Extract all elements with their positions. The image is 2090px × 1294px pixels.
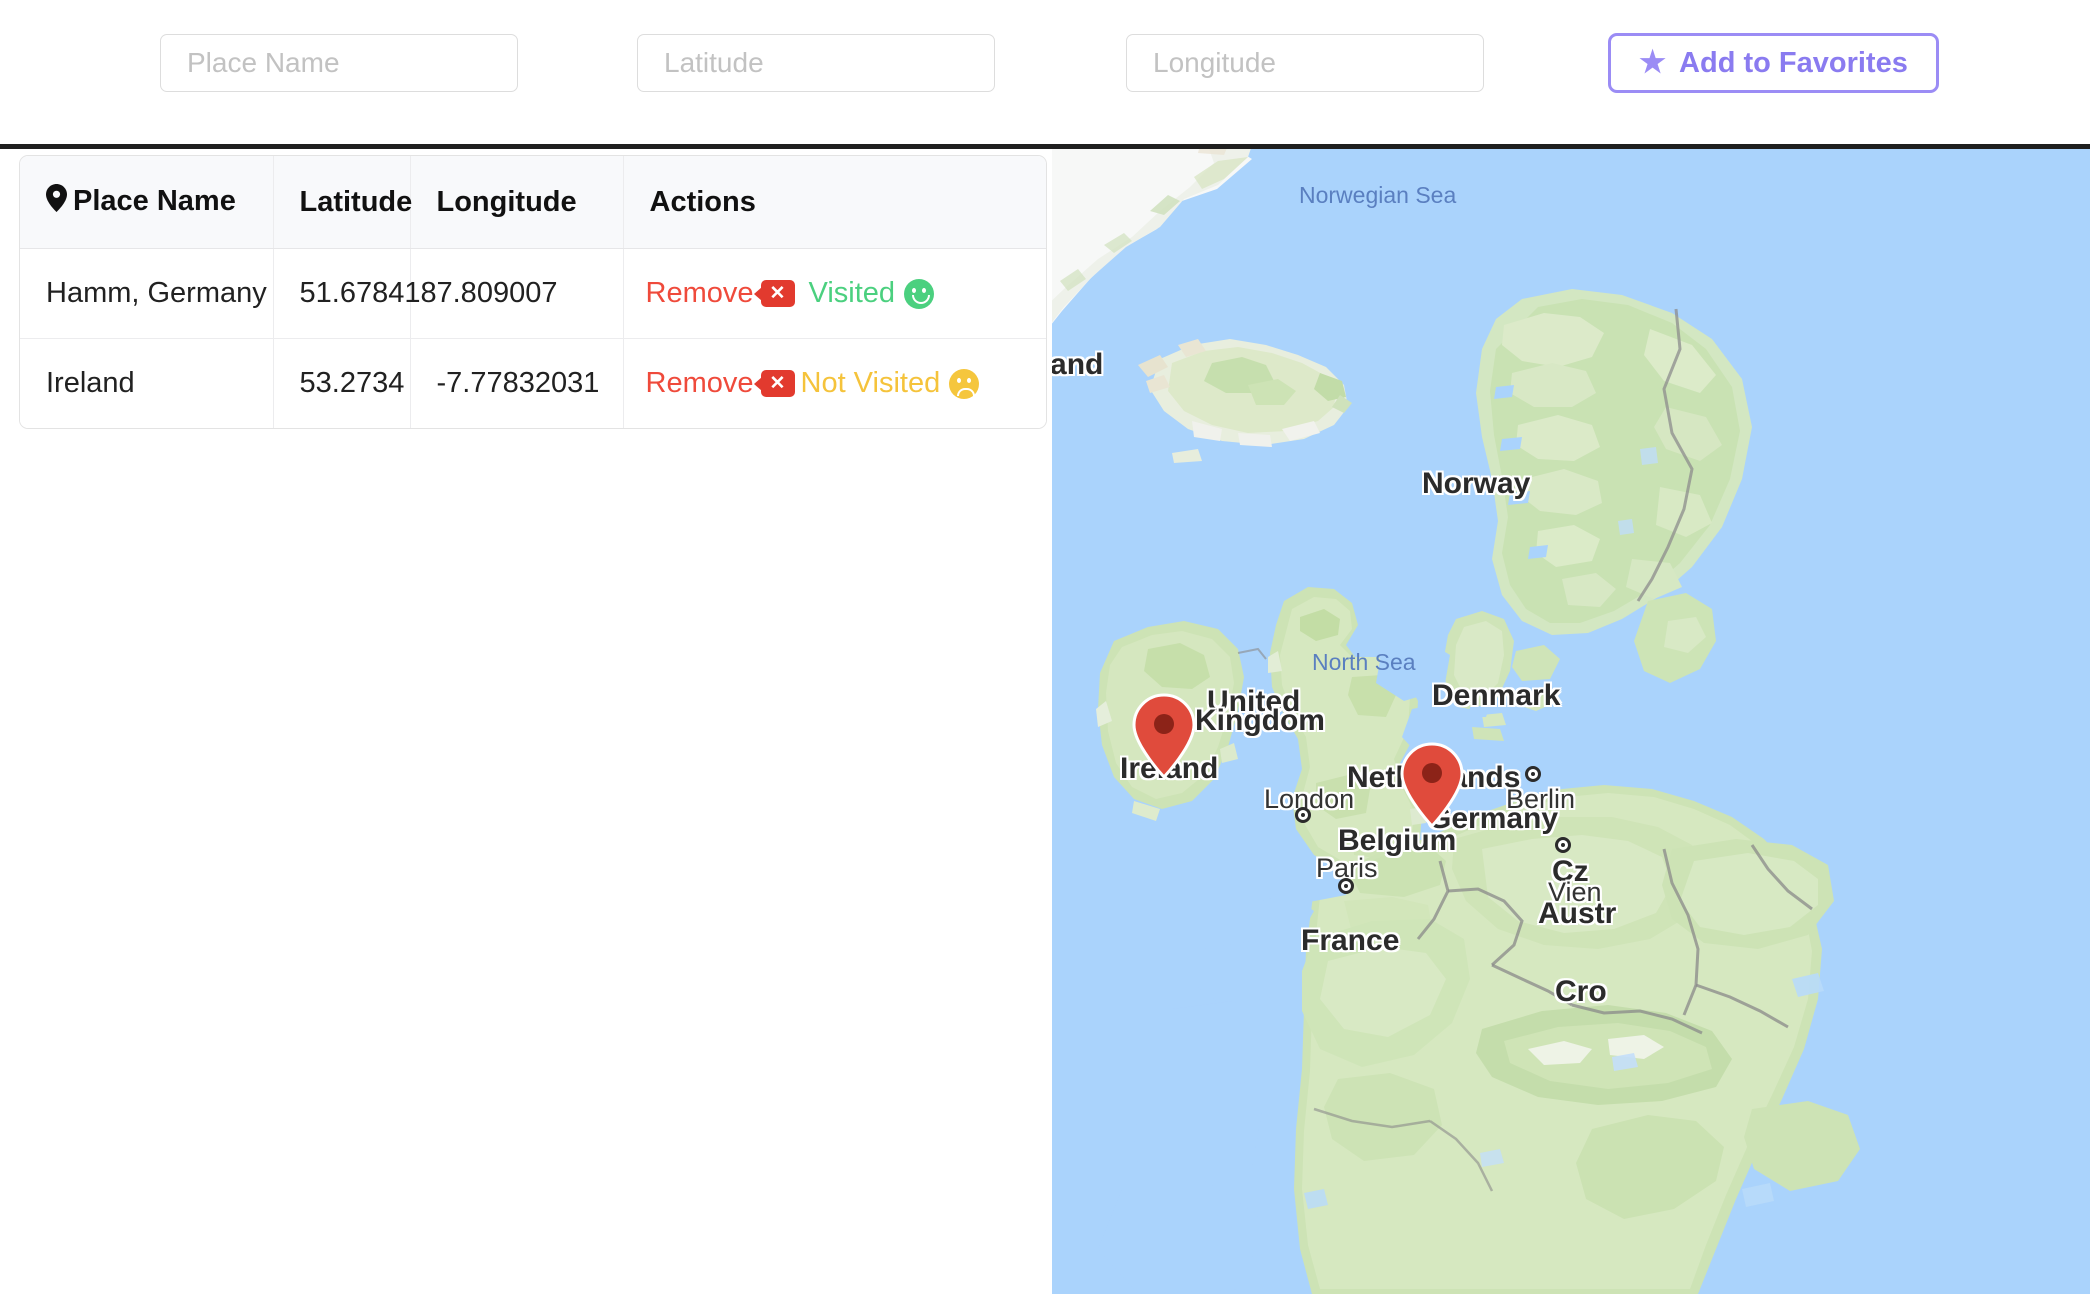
cell-place-name: Ireland (20, 338, 274, 428)
paris-dot-icon (1338, 878, 1354, 894)
column-header-place-name-label: Place Name (73, 185, 236, 217)
table-header: Place Name Latitude Longitude Actions (20, 156, 1046, 249)
prague-dot-icon (1555, 837, 1571, 853)
star-icon: ★ (1639, 46, 1667, 79)
visited-toggle[interactable]: Visited (809, 277, 935, 310)
favorites-table: Place Name Latitude Longitude Actions Ha… (20, 156, 1046, 428)
column-header-actions: Actions (623, 156, 1046, 249)
table-body: Hamm, Germany 51.678418 7.809007 Remove … (20, 248, 1046, 428)
latitude-input[interactable] (637, 34, 995, 92)
not-visited-toggle[interactable]: Not Visited (801, 367, 980, 400)
table-row: Ireland 53.2734 -7.77832031 Remove ✕ Not… (20, 338, 1046, 428)
remove-button[interactable]: Remove ✕ (646, 367, 795, 400)
favorites-table-container: Place Name Latitude Longitude Actions Ha… (19, 155, 1047, 429)
table-row: Hamm, Germany 51.678418 7.809007 Remove … (20, 248, 1046, 339)
close-icon: ✕ (760, 280, 795, 307)
smiling-face-icon (904, 278, 935, 309)
visited-label: Visited (808, 277, 896, 309)
longitude-input[interactable] (1126, 34, 1484, 92)
not-visited-label: Not Visited (800, 367, 941, 399)
map-canvas (1052, 149, 2090, 1294)
add-to-favorites-button[interactable]: ★ Add to Favorites (1608, 33, 1939, 93)
frowning-face-icon (949, 368, 980, 399)
table-header-row: Place Name Latitude Longitude Actions (20, 156, 1046, 249)
cell-latitude: 53.2734 (273, 338, 411, 428)
close-icon: ✕ (760, 370, 795, 397)
remove-button[interactable]: Remove ✕ (646, 277, 795, 310)
cell-longitude: 7.809007 (410, 248, 624, 339)
cell-place-name: Hamm, Germany (20, 248, 274, 339)
add-to-favorites-label: Add to Favorites (1679, 46, 1908, 79)
cell-longitude: -7.77832031 (410, 338, 624, 428)
column-header-longitude: Longitude (410, 156, 624, 249)
cell-latitude: 51.678418 (273, 248, 437, 339)
cell-actions: Remove ✕ Not Visited (623, 338, 1046, 428)
cell-actions: Remove ✕ Visited (623, 248, 1046, 339)
column-header-place-name: Place Name (20, 156, 274, 249)
column-header-latitude: Latitude (273, 156, 412, 249)
london-dot-icon (1295, 807, 1311, 823)
form-bar: ★ Add to Favorites (0, 0, 2090, 139)
remove-label: Remove (645, 367, 754, 399)
place-name-input[interactable] (160, 34, 518, 92)
berlin-dot-icon (1525, 766, 1541, 782)
map-panel[interactable]: Norwegian Sea North Sea Iceland Norway D… (1052, 149, 2090, 1294)
map-pin-icon (46, 184, 67, 220)
remove-label: Remove (645, 277, 754, 309)
